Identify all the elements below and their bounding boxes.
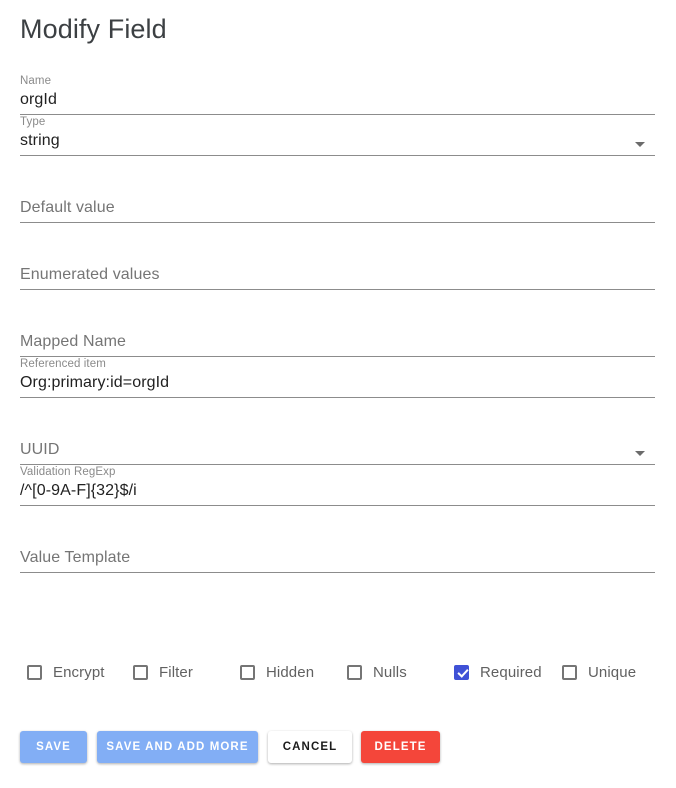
field-label (20, 532, 655, 546)
field-form: Name orgId Type string Default value Enumerat… (0, 74, 676, 573)
field-label (20, 249, 655, 263)
modify-field-dialog: Modify Field Name orgId Type string Default … (0, 0, 676, 788)
action-button-row: SAVE SAVE AND ADD MORE CANCEL DELETE (0, 731, 676, 763)
page-title: Modify Field (20, 14, 167, 44)
checkbox-required[interactable]: Required (454, 658, 542, 686)
field-label: Type (20, 116, 46, 128)
form-field[interactable]: Validation RegExp/^[0-9A-F]{32}$/i (20, 465, 655, 506)
checkbox-label: Required (480, 663, 542, 681)
field-spacer (0, 223, 676, 249)
checkbox-filter[interactable]: Filter (133, 658, 193, 686)
form-field[interactable]: Default value (20, 182, 655, 223)
checkbox-unchecked-icon[interactable] (240, 664, 255, 680)
delete-button[interactable]: DELETE (361, 731, 440, 763)
checkbox-unchecked-icon[interactable] (27, 664, 42, 680)
chevron-down-icon[interactable] (635, 451, 645, 456)
field-label (20, 424, 655, 438)
form-field[interactable]: Mapped Name (20, 316, 655, 357)
checkbox-unchecked-icon[interactable] (562, 664, 577, 680)
form-field[interactable]: Type string (20, 115, 655, 156)
field-underline (20, 505, 655, 506)
checkbox-label: Nulls (373, 663, 407, 681)
field-underline (20, 397, 655, 398)
field-underline (20, 222, 655, 223)
checkbox-label: Hidden (266, 663, 315, 681)
checkbox-label: Filter (159, 663, 193, 681)
checkbox-checked-icon[interactable] (454, 664, 469, 680)
field-label: Name (20, 75, 52, 87)
field-value[interactable]: Org:primary:id=orgId (20, 371, 655, 397)
field-spacer (0, 156, 676, 182)
field-placeholder[interactable]: Value Template (20, 546, 655, 572)
flags-checkbox-row: Encrypt Filter Hidden Nulls Required Unique (0, 658, 676, 686)
checkbox-unique[interactable]: Unique (562, 658, 636, 686)
field-underline (20, 572, 655, 573)
form-field[interactable]: Referenced item Org:primary:id=orgId (20, 357, 655, 398)
field-spacer (0, 398, 676, 424)
field-spacer (0, 290, 676, 316)
field-spacer (0, 506, 676, 532)
save-button[interactable]: SAVE (20, 731, 87, 763)
form-field[interactable]: Value Template (20, 532, 655, 573)
checkbox-unchecked-icon[interactable] (347, 664, 362, 680)
checkbox-hidden[interactable]: Hidden (240, 658, 314, 686)
field-label: Referenced item (20, 358, 106, 370)
field-label: Validation RegExp (20, 466, 116, 478)
form-field[interactable]: Name orgId (20, 74, 655, 115)
field-placeholder[interactable]: UUID (20, 438, 655, 464)
field-underline (20, 289, 655, 290)
field-value[interactable]: orgId (20, 88, 655, 114)
checkbox-label: Unique (588, 663, 637, 681)
form-field[interactable]: Enumerated values (20, 249, 655, 290)
field-placeholder[interactable]: Default value (20, 196, 655, 222)
chevron-down-icon[interactable] (635, 142, 645, 147)
field-label (20, 316, 655, 330)
field-underline (20, 155, 655, 156)
field-label (20, 182, 655, 196)
save-and-add-more-button[interactable]: SAVE AND ADD MORE (97, 731, 258, 763)
field-value[interactable]: /^[0-9A-F]{32}$/i (20, 479, 655, 505)
checkbox-unchecked-icon[interactable] (133, 664, 148, 680)
form-field[interactable]: UUID (20, 424, 655, 465)
field-placeholder[interactable]: Enumerated values (20, 263, 655, 289)
field-placeholder[interactable]: Mapped Name (20, 330, 655, 356)
checkbox-nulls[interactable]: Nulls (347, 658, 407, 686)
cancel-button[interactable]: CANCEL (268, 731, 352, 763)
field-value[interactable]: string (20, 129, 655, 155)
checkbox-label: Encrypt (53, 663, 105, 681)
checkbox-encrypt[interactable]: Encrypt (27, 658, 105, 686)
